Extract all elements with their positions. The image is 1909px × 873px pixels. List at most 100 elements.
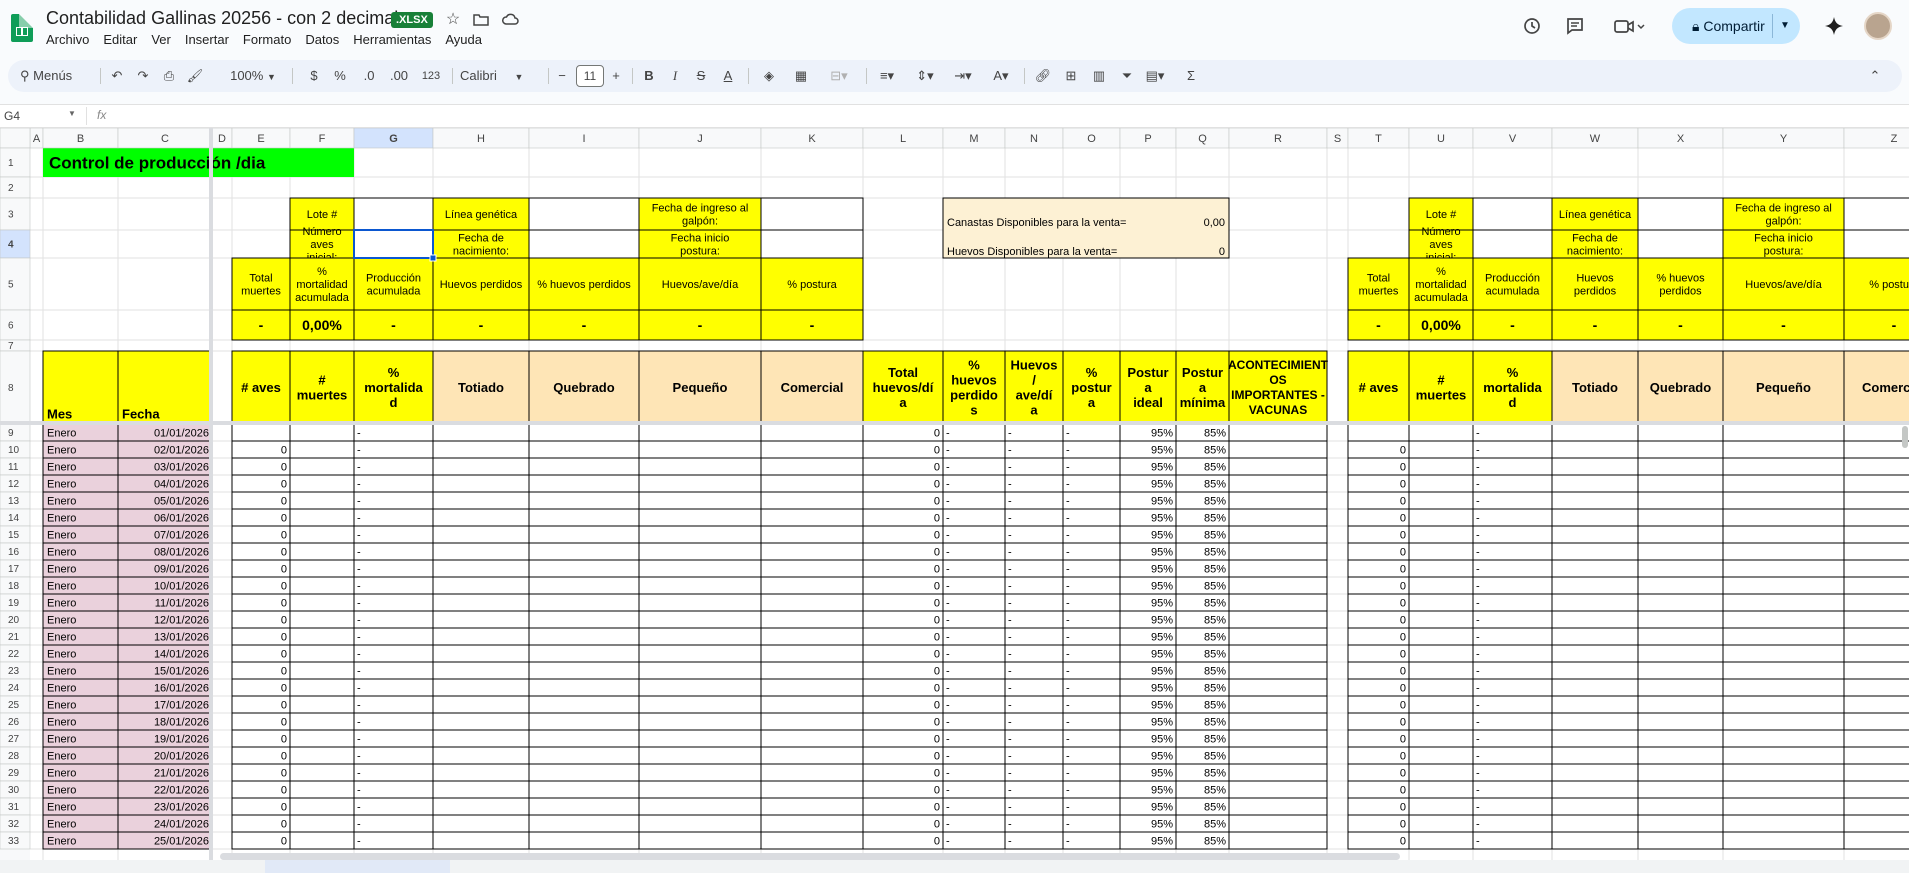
right-data-row[interactable] (1347, 440, 1909, 459)
fill-handle[interactable] (429, 254, 437, 262)
vertical-scrollbar[interactable] (1902, 426, 1908, 448)
row-header-6[interactable] (0, 309, 31, 341)
right-data-row[interactable] (1347, 457, 1909, 476)
right-data-row[interactable] (1347, 831, 1909, 850)
strikethrough-icon[interactable]: S (692, 60, 710, 92)
right-fecha-postura-value-cell[interactable] (1843, 229, 1909, 259)
left-num-aves-value-cell[interactable] (353, 229, 434, 259)
text-color-icon[interactable]: A (718, 60, 738, 92)
menu-insertar[interactable]: Insertar (185, 32, 229, 47)
decrease-font-size-icon[interactable]: − (554, 60, 570, 92)
select-all-corner[interactable] (0, 128, 31, 149)
active-sheet-tab[interactable] (265, 860, 450, 873)
name-box[interactable]: G4 (4, 109, 20, 123)
right-data-row[interactable] (1347, 780, 1909, 799)
text-rotation-icon[interactable]: A▾ (988, 60, 1014, 92)
menu-archivo[interactable]: Archivo (46, 32, 89, 47)
insert-comment-icon[interactable]: ⊞ (1060, 60, 1082, 92)
right-num-aves-value-cell[interactable] (1472, 229, 1553, 259)
right-data-row[interactable] (1347, 695, 1909, 714)
row-header-5[interactable] (0, 257, 31, 311)
collapse-toolbar-icon[interactable]: ⌃ (1864, 60, 1886, 92)
right-data-row[interactable] (1347, 661, 1909, 680)
undo-icon[interactable]: ↶ (106, 60, 128, 92)
left-fecha-ingreso-value-cell[interactable] (760, 197, 864, 231)
star-icon[interactable]: ☆ (443, 10, 463, 30)
right-data-row[interactable] (1347, 746, 1909, 765)
filter-icon[interactable]: ⏷ (1116, 60, 1138, 92)
right-linea-value-cell[interactable] (1637, 197, 1724, 231)
vertical-align-icon[interactable]: ⇕▾ (912, 60, 938, 92)
row-header-8[interactable] (0, 350, 31, 425)
right-data-row[interactable] (1347, 423, 1909, 442)
italic-icon[interactable]: I (666, 60, 684, 92)
filter-views-icon[interactable]: ▤▾ (1140, 60, 1170, 92)
comments-icon[interactable] (1563, 15, 1587, 39)
right-data-row[interactable] (1347, 593, 1909, 612)
fill-color-icon[interactable]: ◈ (760, 60, 778, 92)
right-data-row[interactable] (1347, 491, 1909, 510)
right-data-row[interactable] (1347, 627, 1909, 646)
menu-ver[interactable]: Ver (151, 32, 171, 47)
print-icon[interactable]: ⎙ (158, 60, 180, 92)
sheets-logo-icon[interactable] (11, 14, 33, 42)
share-dropdown-icon[interactable]: ▼ (1780, 8, 1790, 44)
paint-format-icon[interactable]: 🖌︎ (184, 60, 206, 92)
right-data-row[interactable] (1347, 508, 1909, 527)
font-size-input[interactable]: 11 (576, 65, 604, 87)
menu-ayuda[interactable]: Ayuda (445, 32, 482, 47)
spreadsheet-grid[interactable]: Control de producción /dia Lote # Línea ge… (0, 128, 1909, 873)
search-menus[interactable]: ⚲ Menús (20, 60, 92, 92)
right-data-row[interactable] (1347, 542, 1909, 561)
gemini-sparkle-icon[interactable] (1822, 15, 1846, 39)
frozen-column-divider[interactable] (209, 128, 213, 873)
row-header-3[interactable] (0, 197, 31, 231)
row-header-2[interactable] (0, 176, 31, 199)
insert-link-icon[interactable]: 🔗︎ (1032, 60, 1054, 92)
zoom-select[interactable]: 100% ▼ (226, 60, 280, 92)
menu-datos[interactable]: Datos (305, 32, 339, 47)
increase-font-size-icon[interactable]: + (608, 60, 624, 92)
redo-icon[interactable]: ↷ (132, 60, 154, 92)
grid-canvas[interactable]: Control de producción /dia Lote # Línea ge… (0, 128, 1909, 873)
functions-icon[interactable]: Σ (1180, 60, 1202, 92)
right-fecha-ingreso-value-cell[interactable] (1843, 197, 1909, 231)
right-data-row[interactable] (1347, 797, 1909, 816)
menu-formato[interactable]: Formato (243, 32, 291, 47)
right-data-row[interactable] (1347, 763, 1909, 782)
name-box-dropdown-icon[interactable]: ▼ (68, 109, 76, 118)
horizontal-align-icon[interactable]: ≡▾ (874, 60, 900, 92)
right-data-row[interactable] (1347, 610, 1909, 629)
move-folder-icon[interactable] (471, 10, 491, 30)
borders-icon[interactable]: ▦ (792, 60, 810, 92)
right-data-row[interactable] (1347, 525, 1909, 544)
left-linea-value-cell[interactable] (528, 197, 640, 231)
horizontal-scrollbar[interactable] (220, 853, 1400, 860)
right-data-row[interactable] (1347, 729, 1909, 748)
decrease-decimals-button[interactable]: .0 (358, 60, 380, 92)
meet-video-icon[interactable] (1611, 15, 1647, 39)
menu-editar[interactable]: Editar (103, 32, 137, 47)
number-format-button[interactable]: 123 (418, 60, 444, 92)
frozen-row-divider[interactable] (0, 421, 1909, 425)
bold-icon[interactable]: B (640, 60, 658, 92)
right-data-row[interactable] (1347, 559, 1909, 578)
font-family-select[interactable]: Calibri ▼ (460, 60, 540, 92)
left-lote-value-cell[interactable] (353, 197, 434, 231)
right-data-row[interactable] (1347, 678, 1909, 697)
row-header-9[interactable] (0, 423, 31, 442)
right-lote-value-cell[interactable] (1472, 197, 1553, 231)
document-title[interactable]: Contabilidad Gallinas 20256 - con 2 deci… (46, 8, 417, 29)
right-data-row[interactable] (1347, 576, 1909, 595)
row-header-4[interactable] (0, 229, 31, 259)
insert-chart-icon[interactable]: ▥ (1088, 60, 1110, 92)
user-avatar[interactable] (1864, 12, 1892, 40)
right-data-row[interactable] (1347, 712, 1909, 731)
merge-cells-icon[interactable]: ⊟▾ (824, 60, 854, 92)
cloud-status-icon[interactable] (500, 10, 520, 30)
percent-format-button[interactable]: % (332, 60, 348, 92)
column-header-z[interactable] (1843, 128, 1909, 149)
currency-format-button[interactable]: $ (306, 60, 322, 92)
right-data-row[interactable] (1347, 474, 1909, 493)
history-icon[interactable] (1519, 15, 1543, 39)
